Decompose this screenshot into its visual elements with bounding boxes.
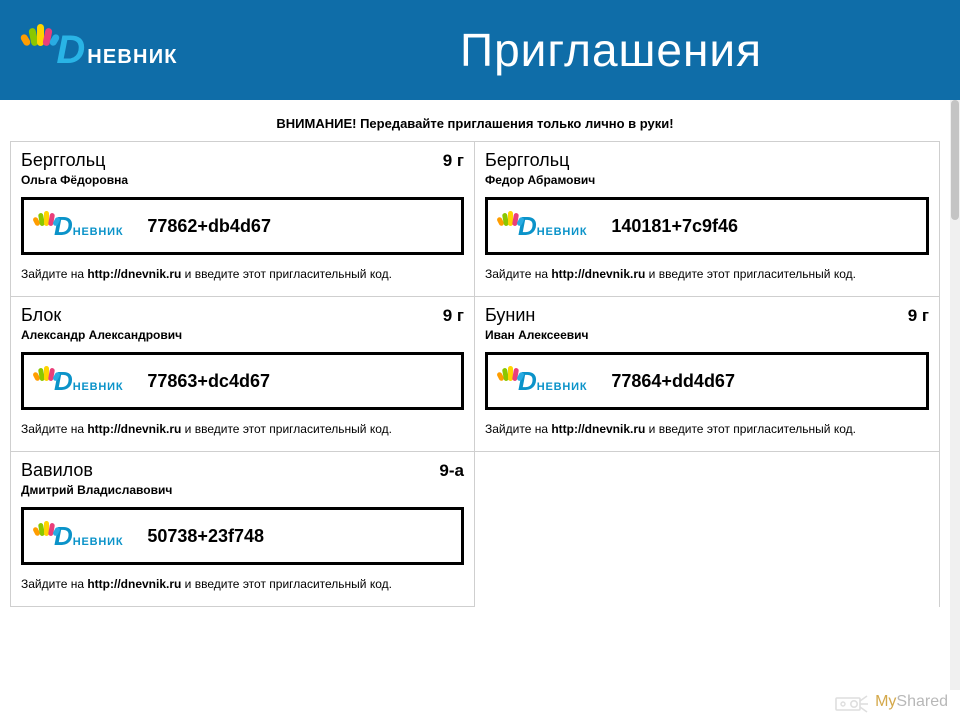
invite-code: 77863+dc4d67 — [147, 371, 270, 392]
hand-icon — [34, 365, 58, 385]
invitation-grid: Берггольц 9 г Ольга Фёдоровна DНЕВНИК 77… — [10, 141, 940, 607]
instruction-text: Зайдите на http://dnevnik.ru и введите э… — [21, 267, 464, 281]
class-label: 9 г — [908, 306, 929, 326]
instruction-text: Зайдите на http://dnevnik.ru и введите э… — [21, 422, 464, 436]
invite-code: 77864+dd4d67 — [611, 371, 735, 392]
invitation-card-empty — [475, 452, 939, 607]
hand-icon — [34, 210, 58, 230]
code-box: DНЕВНИК 77862+db4d67 — [21, 197, 464, 255]
invitation-card: Берггольц Федор Абрамович DНЕВНИК 140181… — [475, 142, 939, 297]
surname: Блок — [21, 305, 61, 326]
fullname: Александр Александрович — [21, 328, 464, 342]
instruction-text: Зайдите на http://dnevnik.ru и введите э… — [21, 577, 464, 591]
class-label: 9-а — [439, 461, 464, 481]
brand-word: НЕВНИК — [87, 46, 177, 69]
hand-icon — [498, 365, 522, 385]
code-box: DНЕВНИК 50738+23f748 — [21, 507, 464, 565]
hand-icon — [34, 520, 58, 540]
mini-brand-logo: DНЕВНИК — [494, 211, 587, 242]
page-title: Приглашения — [460, 23, 762, 77]
brand-letter-d: D — [56, 30, 85, 70]
header-band: Приглашения — [190, 0, 960, 100]
hand-icon — [498, 210, 522, 230]
scrollbar-thumb[interactable] — [951, 100, 959, 220]
surname: Берггольц — [485, 150, 569, 171]
invite-code: 50738+23f748 — [147, 526, 264, 547]
code-box: DНЕВНИК 77864+dd4d67 — [485, 352, 929, 410]
projector-icon — [835, 690, 869, 714]
class-label: 9 г — [443, 151, 464, 171]
fullname: Дмитрий Владиславович — [21, 483, 464, 497]
surname: Берггольц — [21, 150, 105, 171]
content-area: ВНИМАНИЕ! Передавайте приглашения только… — [0, 100, 950, 690]
mini-brand-logo: DНЕВНИК — [30, 521, 123, 552]
invitation-card: Берггольц 9 г Ольга Фёдоровна DНЕВНИК 77… — [11, 142, 475, 297]
mini-brand-logo: DНЕВНИК — [494, 366, 587, 397]
instruction-text: Зайдите на http://dnevnik.ru и введите э… — [485, 422, 929, 436]
surname: Бунин — [485, 305, 535, 326]
invite-code: 140181+7c9f46 — [611, 216, 738, 237]
brand-logo: D НЕВНИК — [0, 0, 200, 100]
invitation-card: Вавилов 9-а Дмитрий Владиславович DНЕВНИ… — [11, 452, 475, 607]
mini-brand-logo: DНЕВНИК — [30, 366, 123, 397]
invite-code: 77862+db4d67 — [147, 216, 271, 237]
footer-shared: Shared — [896, 693, 948, 710]
code-box: DНЕВНИК 140181+7c9f46 — [485, 197, 929, 255]
surname: Вавилов — [21, 460, 93, 481]
scrollbar-track[interactable] — [950, 100, 960, 690]
invitation-card: Бунин 9 г Иван Алексеевич DНЕВНИК 77864+… — [475, 297, 939, 452]
fullname: Федор Абрамович — [485, 173, 929, 187]
footer-watermark: MyShared — [835, 690, 948, 714]
fullname: Ольга Фёдоровна — [21, 173, 464, 187]
instruction-text: Зайдите на http://dnevnik.ru и введите э… — [485, 267, 929, 281]
mini-brand-logo: DНЕВНИК — [30, 211, 123, 242]
header-bar: Приглашения D НЕВНИК — [0, 0, 960, 100]
fullname: Иван Алексеевич — [485, 328, 929, 342]
invitation-card: Блок 9 г Александр Александрович DНЕВНИК… — [11, 297, 475, 452]
code-box: DНЕВНИК 77863+dc4d67 — [21, 352, 464, 410]
footer-my: My — [875, 693, 896, 710]
hand-icon — [22, 22, 54, 54]
class-label: 9 г — [443, 306, 464, 326]
warning-text: ВНИМАНИЕ! Передавайте приглашения только… — [0, 100, 950, 141]
